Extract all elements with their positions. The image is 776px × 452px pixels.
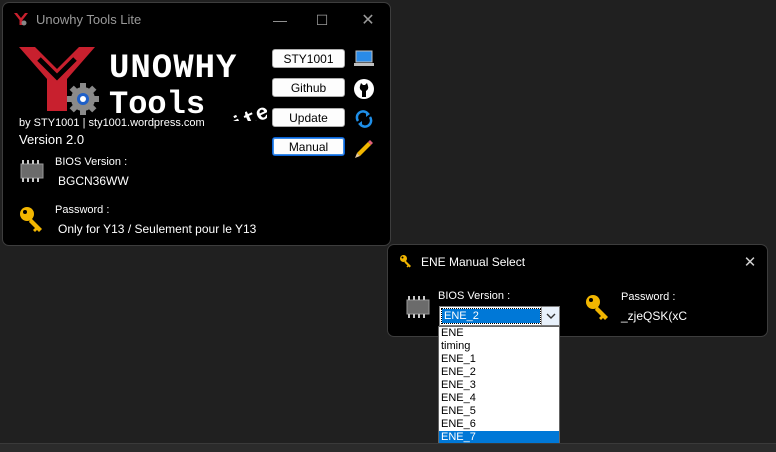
window-title: Unowhy Tools Lite: [36, 12, 142, 27]
dialog-title: ENE Manual Select: [421, 255, 526, 269]
password-label: Password :: [621, 291, 676, 303]
manual-button[interactable]: Manual: [272, 137, 345, 156]
version-label: Version 2.0: [19, 132, 85, 147]
svg-text:Tools: Tools: [109, 86, 205, 121]
key-icon: [20, 207, 42, 232]
minimize-button[interactable]: —: [266, 8, 294, 32]
password-value: _zjeQSK(xC: [621, 309, 688, 323]
update-button[interactable]: Update: [272, 108, 345, 127]
chip-icon: [406, 296, 430, 318]
refresh-icon[interactable]: [353, 108, 375, 130]
bios-version-label: BIOS Version :: [55, 156, 128, 168]
github-button[interactable]: Github: [272, 78, 345, 97]
key-icon: [400, 255, 411, 268]
combobox-selected-text[interactable]: ENE_2: [441, 308, 541, 324]
unowhy-tools-logo: UNOWHY Tools Lite: [17, 41, 274, 145]
gear-icon: [67, 83, 99, 115]
dropdown-option[interactable]: ENE_1: [439, 353, 559, 366]
bios-version-label: BIOS Version :: [438, 290, 511, 302]
maximize-button[interactable]: ☐: [308, 8, 336, 32]
svg-text:UNOWHY: UNOWHY: [109, 50, 237, 88]
laptop-icon[interactable]: [353, 48, 375, 70]
dropdown-option[interactable]: ENE: [439, 327, 559, 340]
password-value: Only for Y13 / Seulement pour le Y13: [58, 222, 257, 236]
dropdown-option[interactable]: ENE_4: [439, 392, 559, 405]
byline: by STY1001 | sty1001.wordpress.com: [19, 117, 205, 129]
close-button[interactable]: ✕: [354, 8, 382, 32]
key-icon: [586, 295, 608, 320]
sty1001-button[interactable]: STY1001: [272, 49, 345, 68]
dropdown-option[interactable]: ENE_6: [439, 418, 559, 431]
main-window: Unowhy Tools Lite — ☐ ✕ UNOWHY Tools by …: [2, 2, 391, 246]
chip-icon: [20, 160, 44, 182]
ene-manual-select-window: ENE Manual Select ✕ BIOS Version : ENE_2…: [387, 244, 768, 337]
close-button[interactable]: ✕: [738, 251, 762, 273]
bios-version-combobox[interactable]: ENE_2: [439, 306, 560, 326]
logo-graphic: UNOWHY Tools Lite: [19, 47, 274, 145]
pencil-icon[interactable]: [353, 137, 375, 159]
bios-version-value: BGCN36WW: [58, 174, 129, 188]
svg-text:Lite: Lite: [215, 100, 267, 121]
github-icon[interactable]: [353, 78, 375, 100]
dropdown-option[interactable]: ENE_5: [439, 405, 559, 418]
password-label: Password :: [55, 204, 110, 216]
bios-version-dropdown-list[interactable]: ENE timing ENE_1 ENE_2 ENE_3 ENE_4 ENE_5…: [438, 326, 560, 445]
dropdown-option[interactable]: timing: [439, 340, 559, 353]
app-logo-icon: [14, 13, 28, 26]
dropdown-option[interactable]: ENE_2: [439, 366, 559, 379]
dropdown-option[interactable]: ENE_3: [439, 379, 559, 392]
chevron-down-icon[interactable]: [541, 307, 559, 325]
